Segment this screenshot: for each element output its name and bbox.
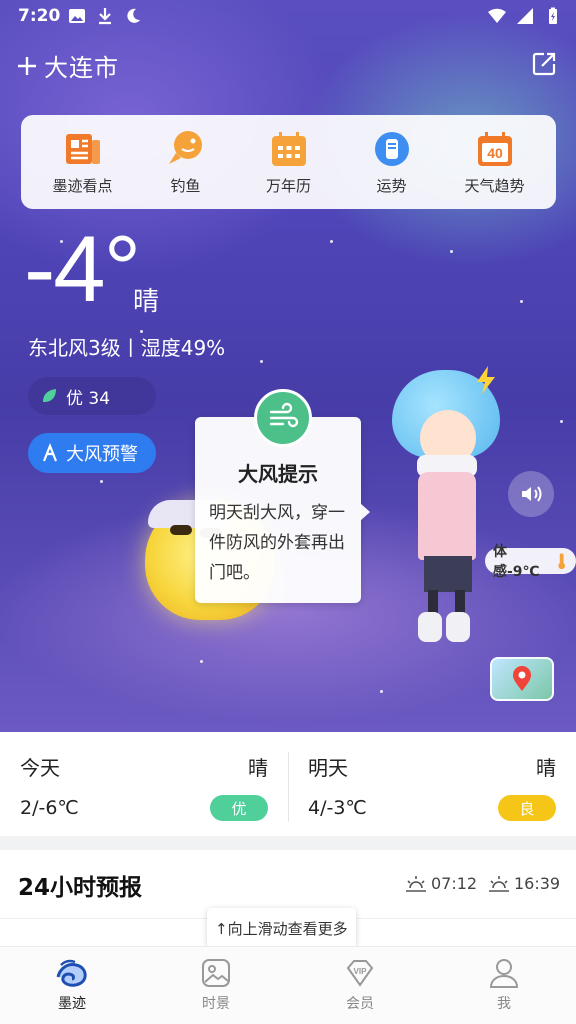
moji-logo-icon <box>56 959 87 987</box>
forecast-condition: 晴 <box>248 756 268 780</box>
status-time: 7:20 <box>18 6 61 26</box>
picture-icon <box>202 959 230 987</box>
shortcut-label: 运势 <box>376 176 407 195</box>
swipe-up-hint: ↑向上滑动查看更多 <box>207 908 356 956</box>
alert-text: 大风预警 <box>66 444 138 465</box>
shortcut-news[interactable]: 墨迹看点 <box>35 129 131 196</box>
calendar-icon <box>271 131 306 166</box>
shortcut-label: 墨迹看点 <box>52 176 113 195</box>
tip-body: 明天刮大风，穿一件防风的外套再出门吧。 <box>209 503 345 583</box>
sunset-time: 16:39 <box>514 874 561 893</box>
forecast-day: 明天 <box>308 756 348 780</box>
nav-item-me[interactable]: 我 <box>432 947 576 1024</box>
speaker-icon <box>522 486 542 502</box>
trend-badge-text: 40 <box>487 145 503 161</box>
wind-alert-button[interactable]: 大风预警 <box>28 433 156 473</box>
hourly-title: 24小时预报 <box>18 875 143 901</box>
news-icon <box>65 133 100 164</box>
shortcut-fortune[interactable]: 运势 <box>344 129 440 196</box>
current-temperature: -4° <box>24 216 141 321</box>
svg-text:VIP: VIP <box>354 967 368 976</box>
leaf-icon <box>43 389 56 402</box>
sunset: 16:39 <box>488 874 560 893</box>
nav-label: 墨迹 <box>58 996 86 1012</box>
status-bar: 7:20 <box>0 0 576 34</box>
nav-label: 我 <box>497 996 511 1012</box>
sunrise: 07:12 <box>405 874 477 893</box>
city-name[interactable]: 大连市 <box>44 48 119 83</box>
forecast-range: 2/-6℃ <box>20 797 79 819</box>
cell-signal-icon <box>517 8 533 24</box>
wind-icon <box>269 402 299 428</box>
shortcut-panel: 墨迹看点 钓鱼 万年历 运势 40 天气趋势 <box>21 115 556 209</box>
shortcut-trend[interactable]: 40 天气趋势 <box>447 129 543 196</box>
girl-character-shoe <box>446 612 470 642</box>
wifi-icon <box>488 8 506 23</box>
city-selector[interactable]: 大连市 <box>16 48 119 83</box>
fortune-icon <box>374 131 409 166</box>
sunset-icon <box>489 875 509 892</box>
plus-icon[interactable] <box>16 55 38 77</box>
fish-icon <box>168 130 202 164</box>
daily-forecast-row: 今天 晴 2/-6℃ 优 明天 晴 4/-3℃ 良 <box>0 732 576 836</box>
girl-character-skirt <box>424 556 472 592</box>
forecast-aqi-badge: 优 <box>210 795 268 821</box>
tip-icon-badge <box>254 389 312 447</box>
moon-character-eye <box>170 525 192 535</box>
girl-character-shoe <box>418 612 442 642</box>
current-condition: 晴 <box>133 287 160 317</box>
gallery-notification-icon <box>69 9 85 23</box>
moon-notification-icon <box>127 8 140 23</box>
download-icon <box>99 8 111 25</box>
shortcut-calendar[interactable]: 万年历 <box>241 129 337 196</box>
bottom-navigation: 墨迹 时景 VIP 会员 我 <box>0 946 576 1024</box>
voice-broadcast-button[interactable] <box>508 471 554 517</box>
nav-item-moji[interactable]: 墨迹 <box>0 947 144 1024</box>
tip-title: 大风提示 <box>238 462 318 486</box>
wind-alert-icon <box>42 443 58 462</box>
sunrise-icon <box>406 875 426 892</box>
sunrise-time: 07:12 <box>431 874 478 893</box>
feels-like-text: 体感-9℃ <box>493 544 540 580</box>
share-icon[interactable] <box>530 50 558 78</box>
nav-item-vip[interactable]: VIP 会员 <box>288 947 432 1024</box>
forecast-tomorrow[interactable]: 明天 晴 4/-3℃ 良 <box>288 732 576 836</box>
shortcut-label: 万年历 <box>265 176 311 195</box>
battery-icon <box>549 7 557 24</box>
nav-item-scenes[interactable]: 时景 <box>144 947 288 1024</box>
location-pin-icon <box>513 666 531 691</box>
forecast-condition: 晴 <box>536 756 556 780</box>
shortcut-label: 钓鱼 <box>170 176 201 195</box>
girl-character-coat <box>418 472 476 560</box>
aqi-button[interactable]: 优 34 <box>28 377 156 415</box>
thermometer-icon <box>557 553 565 570</box>
weather-background: 7:20 大连市 墨迹看点 钓鱼 万年历 运势 40 天气趋势 -4° 晴 东北… <box>0 0 576 732</box>
wind-humidity: 东北风3级丨湿度49% <box>28 336 226 360</box>
nav-label: 会员 <box>346 996 374 1012</box>
section-gap <box>0 836 576 850</box>
weather-map-button[interactable] <box>490 657 554 701</box>
forecast-day: 今天 <box>20 756 60 780</box>
feels-like-badge: 体感-9℃ <box>485 544 576 580</box>
profile-icon <box>489 959 519 988</box>
trend-40-icon: 40 <box>477 131 512 166</box>
forecast-aqi-badge: 良 <box>498 795 556 821</box>
shortcut-label: 天气趋势 <box>464 176 525 195</box>
shortcut-fishing[interactable]: 钓鱼 <box>138 129 234 196</box>
nav-label: 时景 <box>202 996 230 1012</box>
aqi-text: 优 34 <box>66 388 111 409</box>
lightning-icon <box>477 366 495 394</box>
vip-icon: VIP <box>346 960 374 987</box>
forecast-range: 4/-3℃ <box>308 797 367 819</box>
forecast-today[interactable]: 今天 晴 2/-6℃ 优 <box>0 732 288 836</box>
